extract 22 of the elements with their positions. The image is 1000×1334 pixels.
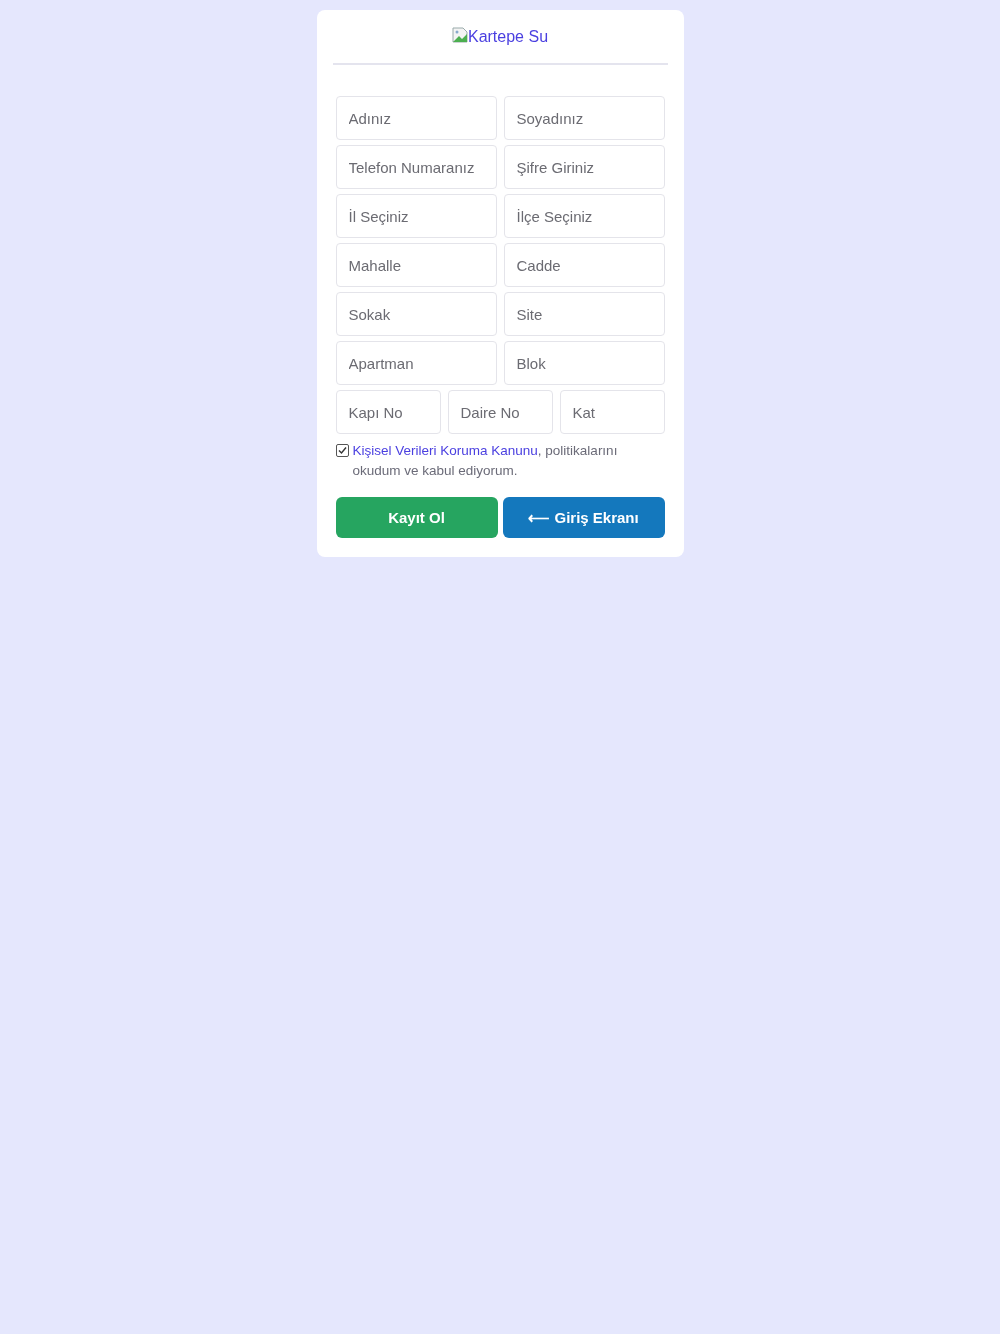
input-field[interactable]: Kapı No xyxy=(335,390,441,434)
input-field[interactable]: İl Seçiniz xyxy=(335,194,497,238)
input-field[interactable]: Site xyxy=(503,292,665,336)
input-field[interactable]: Kat xyxy=(559,390,665,434)
input-field[interactable]: Soyadınız xyxy=(503,96,665,140)
input-field[interactable]: Cadde xyxy=(503,243,665,287)
checkbox[interactable] xyxy=(335,444,349,457)
register-button[interactable]: Kayıt Ol xyxy=(335,497,498,538)
policy-link[interactable]: Kişisel Verileri Koruma Kanunu xyxy=(352,443,538,458)
login-screen-button[interactable]: ⟵ Giriş Ekranı xyxy=(502,497,665,538)
input-field[interactable]: Apartman xyxy=(335,341,497,385)
input-field[interactable]: Adınız xyxy=(335,96,497,140)
input-field[interactable]: İlçe Seçiniz xyxy=(503,194,665,238)
input-field[interactable]: Daire No xyxy=(447,390,553,434)
input-field[interactable]: Telefon Numaranız xyxy=(335,145,497,189)
logo-image: Kartepe Su xyxy=(451,27,549,47)
input-field[interactable]: Sokak xyxy=(335,292,497,336)
input-field[interactable]: Mahalle xyxy=(335,243,497,287)
input-field[interactable]: Blok xyxy=(503,341,665,385)
broken-image-icon xyxy=(451,27,468,43)
consent-text: Kişisel Verileri Koruma Kanunu, politikalarını okudum ve kabul ediyorum. xyxy=(352,442,619,480)
input-field[interactable]: Şifre Giriniz xyxy=(503,145,665,189)
